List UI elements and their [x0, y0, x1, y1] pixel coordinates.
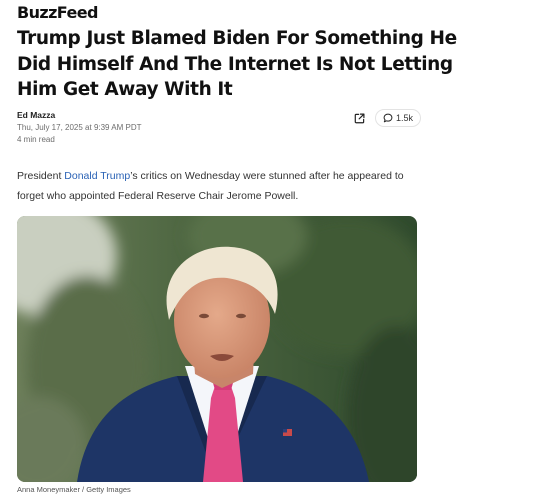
- comment-bubble-icon: [383, 113, 393, 123]
- article-headline: Trump Just Blamed Biden For Something He…: [17, 28, 457, 100]
- buzzfeed-logo[interactable]: BuzzFeed: [17, 3, 98, 22]
- share-external-icon: [354, 113, 364, 123]
- comments-button[interactable]: 1.5k: [375, 109, 422, 127]
- lede-text-start: President: [17, 170, 65, 182]
- donald-trump-link[interactable]: Donald Trump: [64, 170, 130, 182]
- article-photo: [17, 216, 417, 482]
- publish-date: Thu, July 17, 2025 at 9:39 AM PDT: [17, 123, 142, 132]
- article-lede: President Donald Trump’s critics on Wedn…: [17, 166, 417, 206]
- author-name[interactable]: Ed Mazza: [17, 110, 55, 120]
- read-time: 4 min read: [17, 135, 55, 144]
- comment-count: 1.5k: [396, 113, 414, 123]
- image-credit: Anna Moneymaker / Getty Images: [17, 485, 131, 494]
- share-button[interactable]: [348, 109, 370, 127]
